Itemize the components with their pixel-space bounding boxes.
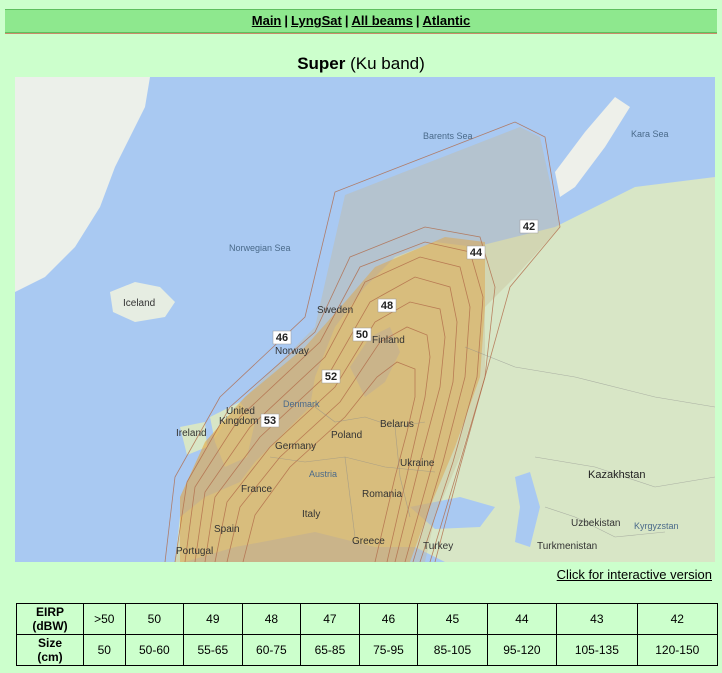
top-navigation-bar: Main | LyngSat | All beams | Atlantic — [5, 9, 717, 33]
size-cell: 60-75 — [241, 634, 302, 666]
map-label-barents-sea: Barents Sea — [423, 131, 473, 141]
map-label-kara-sea: Kara Sea — [631, 129, 669, 139]
map-label-finland: Finland — [372, 335, 405, 346]
contour-label-52: 52 — [325, 371, 337, 383]
interactive-version-link[interactable]: Click for interactive version — [557, 567, 712, 582]
eirp-header-unit: (dBW) — [32, 619, 68, 633]
eirp-cell: 42 — [636, 603, 719, 635]
table-row-size: Size (cm) 50 50-60 55-65 60-75 65-85 75-… — [16, 634, 719, 666]
table-row-eirp: EIRP (dBW) >50 50 49 48 47 46 45 44 43 4… — [16, 603, 719, 635]
eirp-header-cell: EIRP (dBW) — [16, 603, 84, 635]
nav-link-atlantic[interactable]: Atlantic — [423, 13, 471, 28]
nav-separator: | — [415, 13, 420, 28]
map-label-kingdom: Kingdom — [219, 416, 258, 427]
beam-coverage-map[interactable]: Barents Sea Kara Sea Norwegian Sea Icela… — [15, 77, 715, 562]
size-header-unit: (cm) — [37, 650, 63, 664]
size-cell: 65-85 — [300, 634, 360, 666]
size-header-label: Size — [37, 636, 62, 650]
contour-marker-42: 42 — [519, 219, 539, 234]
eirp-cell: 49 — [183, 603, 243, 635]
map-label-sweden: Sweden — [317, 305, 353, 316]
map-label-italy: Italy — [302, 509, 320, 520]
eirp-size-table: EIRP (dBW) >50 50 49 48 47 46 45 44 43 4… — [16, 603, 719, 666]
eirp-header-label: EIRP — [35, 605, 64, 619]
map-label-romania: Romania — [362, 489, 402, 500]
size-header-cell: Size (cm) — [16, 634, 84, 666]
eirp-cell: 43 — [556, 603, 638, 635]
contour-marker-48: 48 — [377, 298, 397, 313]
band-label: (Ku band) — [350, 54, 425, 73]
contour-label-44: 44 — [470, 247, 483, 259]
map-label-turkmenistan: Turkmenistan — [537, 541, 597, 552]
map-label-austria: Austria — [309, 469, 337, 479]
contour-label-50: 50 — [356, 329, 368, 341]
eirp-cell: 46 — [358, 603, 419, 635]
eirp-cell: >50 — [83, 603, 126, 635]
size-cell: 55-65 — [183, 634, 243, 666]
contour-label-53: 53 — [264, 415, 276, 427]
eirp-cell: 44 — [486, 603, 558, 635]
size-cell: 95-120 — [486, 634, 558, 666]
contour-label-42: 42 — [523, 221, 535, 233]
nav-link-main[interactable]: Main — [252, 13, 282, 28]
size-cell: 50 — [83, 634, 126, 666]
map-svg: Barents Sea Kara Sea Norwegian Sea Icela… — [15, 77, 715, 562]
map-label-norway: Norway — [275, 346, 309, 357]
size-cell: 50-60 — [124, 634, 185, 666]
eirp-cell: 50 — [124, 603, 185, 635]
satellite-name: Super — [297, 54, 346, 73]
contour-marker-52: 52 — [321, 369, 341, 384]
eirp-cell: 47 — [300, 603, 360, 635]
map-label-ukraine: Ukraine — [400, 458, 435, 469]
map-label-denmark: Denmark — [283, 399, 320, 409]
map-label-spain: Spain — [214, 524, 240, 535]
map-label-poland: Poland — [331, 430, 362, 441]
contour-marker-46: 46 — [272, 330, 292, 345]
map-label-ireland: Ireland — [176, 428, 207, 439]
map-label-uzbekistan: Uzbekistan — [571, 518, 620, 529]
page-title: Super (Ku band) — [0, 54, 722, 74]
map-label-iceland: Iceland — [123, 298, 155, 309]
size-cell: 105-135 — [556, 634, 638, 666]
nav-separator: | — [284, 13, 289, 28]
divider-line — [5, 33, 717, 34]
map-label-greece: Greece — [352, 536, 385, 547]
contour-marker-50: 50 — [352, 327, 372, 342]
size-cell: 85-105 — [417, 634, 488, 666]
nav-link-all-beams[interactable]: All beams — [351, 13, 412, 28]
contour-marker-53: 53 — [260, 413, 280, 428]
size-cell: 120-150 — [636, 634, 719, 666]
eirp-cell: 45 — [417, 603, 488, 635]
contour-label-48: 48 — [381, 300, 393, 312]
map-label-kazakhstan: Kazakhstan — [588, 469, 645, 481]
map-label-norwegian-sea: Norwegian Sea — [229, 243, 291, 253]
size-cell: 75-95 — [358, 634, 419, 666]
map-label-germany: Germany — [275, 441, 316, 452]
map-label-turkey: Turkey — [423, 541, 453, 552]
contour-label-46: 46 — [276, 332, 288, 344]
nav-link-lyngsat[interactable]: LyngSat — [291, 13, 342, 28]
map-label-belarus: Belarus — [380, 419, 414, 430]
map-label-france: France — [241, 484, 273, 495]
contour-marker-44: 44 — [466, 245, 486, 260]
map-label-portugal: Portugal — [176, 546, 213, 557]
map-label-kyrgyzstan: Kyrgyzstan — [634, 521, 679, 531]
eirp-cell: 48 — [241, 603, 302, 635]
